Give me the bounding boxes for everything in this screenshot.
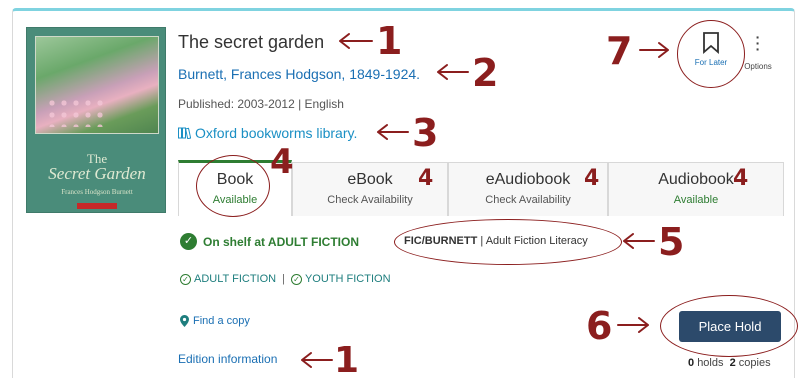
arrow-5	[623, 233, 655, 249]
annotation-number-2: 2	[472, 51, 499, 95]
annotation-number-4-ebook: 4	[418, 166, 434, 191]
arrow-1	[339, 33, 373, 49]
annotation-number-1-edition: 1	[334, 340, 360, 378]
annotation-circle-book-tab	[196, 155, 270, 217]
annotation-circle-call-number	[394, 219, 622, 265]
annotation-number-5: 5	[658, 220, 685, 264]
annotation-number-4-eaudiobook: 4	[584, 166, 600, 191]
annotation-circle-for-later	[677, 20, 745, 88]
annotation-circle-place-hold	[660, 295, 798, 357]
arrow-7	[639, 42, 669, 58]
annotation-number-6: 6	[586, 304, 613, 348]
annotation-number-4-audiobook: 4	[733, 166, 749, 191]
annotation-number-3: 3	[412, 111, 439, 155]
arrow-3	[377, 124, 409, 140]
annotation-number-1: 1	[376, 19, 403, 63]
annotation-number-7: 7	[606, 29, 633, 73]
arrow-1b	[301, 352, 333, 368]
annotation-number-4-book: 4	[270, 142, 294, 182]
arrow-6	[617, 317, 649, 333]
arrow-2	[437, 64, 469, 80]
